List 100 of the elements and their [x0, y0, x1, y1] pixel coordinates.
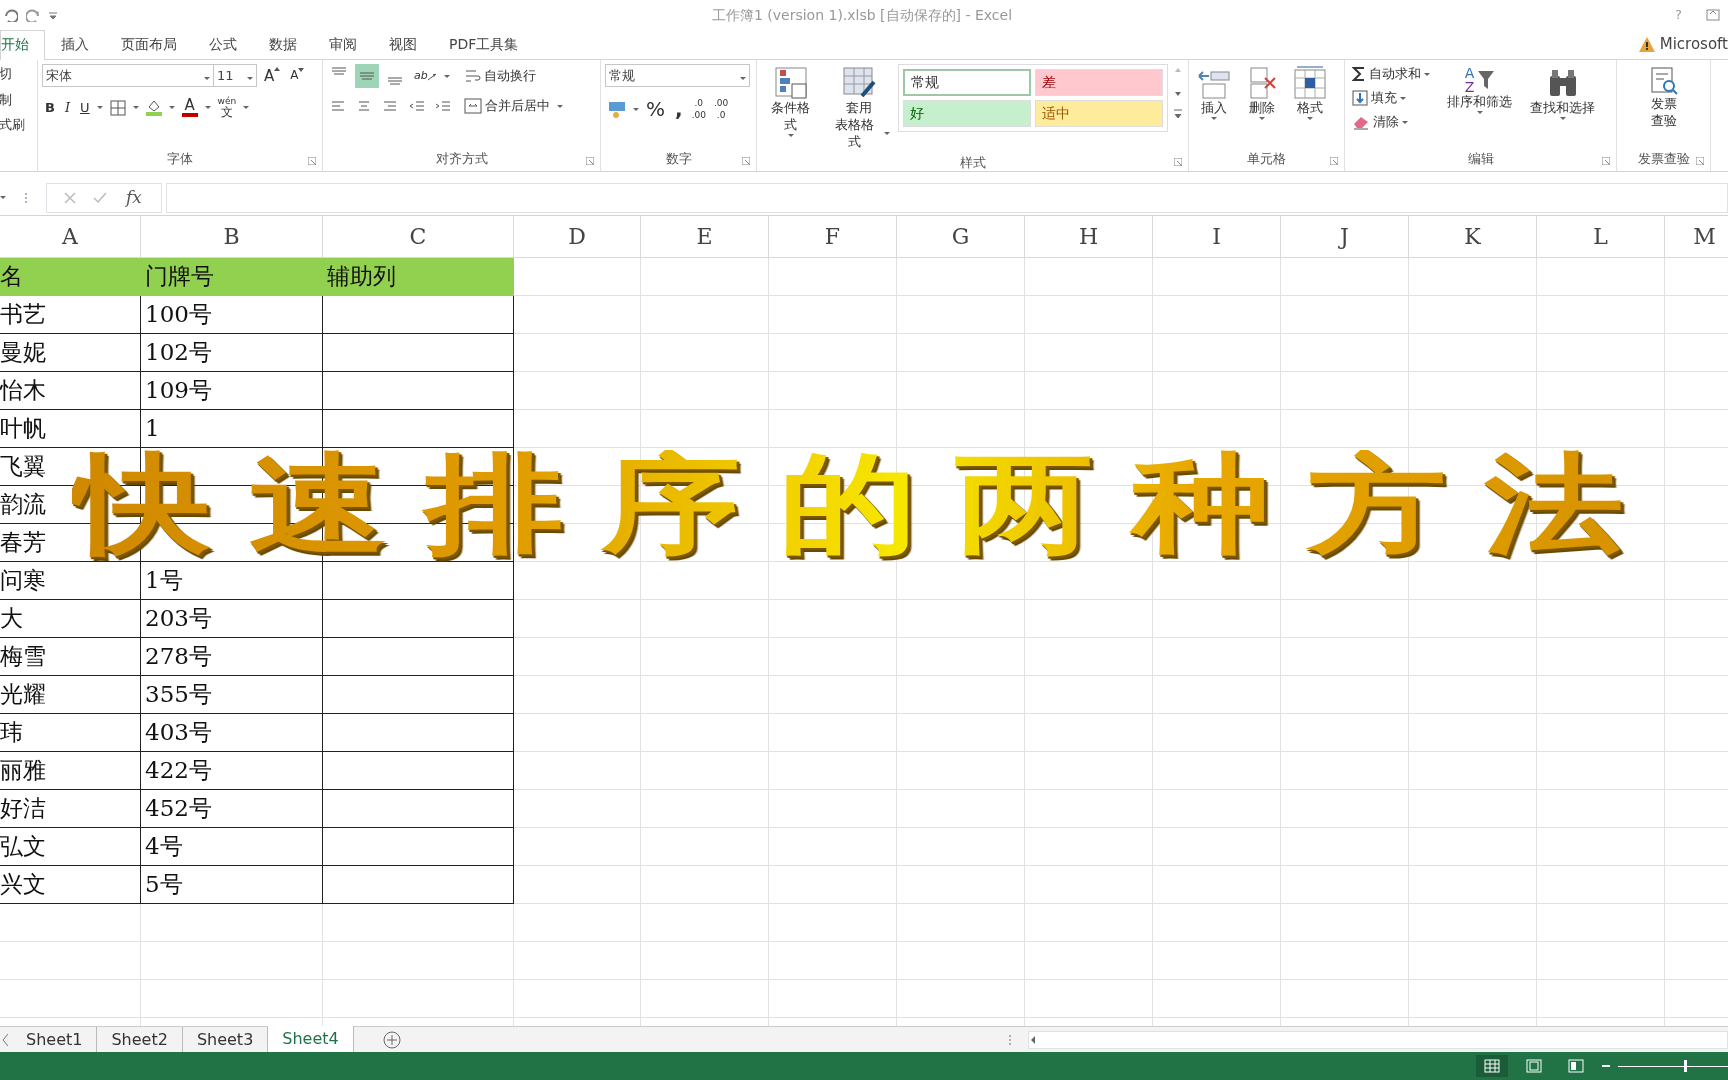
caret-icon[interactable] [204, 76, 210, 80]
orientation-button[interactable]: ab [411, 67, 440, 85]
ribbon-tab[interactable]: 公式 [193, 30, 253, 60]
insert-function-button[interactable]: fx [123, 185, 145, 210]
ribbon-tab[interactable]: 数据 [253, 30, 313, 60]
ribbon-tab[interactable]: 审阅 [313, 30, 373, 60]
caret-icon[interactable] [1424, 72, 1430, 76]
up-caret-icon[interactable] [274, 66, 281, 71]
underline-button[interactable]: U [77, 97, 93, 118]
shrink-font-button[interactable]: A [287, 66, 308, 85]
font-size-field[interactable]: 11 [213, 64, 257, 87]
cell-style-button[interactable]: 差 [1035, 69, 1163, 96]
ribbon-tab[interactable]: 插入 [45, 30, 105, 60]
formula-input[interactable] [165, 182, 1728, 213]
page-layout-icon[interactable] [1526, 1059, 1542, 1073]
cell-style-button[interactable]: 好 [903, 100, 1031, 127]
find-select-button[interactable]: 查找和选择 [1526, 64, 1599, 149]
grow-font-button[interactable]: A [261, 64, 284, 87]
caret-icon[interactable] [557, 104, 563, 108]
italic-button[interactable]: I [61, 97, 74, 118]
percent-button[interactable]: % [643, 95, 668, 123]
page-break-icon[interactable] [1568, 1059, 1584, 1073]
caret-icon[interactable] [204, 106, 211, 109]
launcher-icon[interactable] [742, 157, 750, 165]
caret-icon[interactable] [787, 133, 794, 137]
table-format-button[interactable]: 套用 表格格式 [824, 64, 894, 153]
caret-icon[interactable] [1402, 120, 1408, 124]
cell-style-button[interactable]: 适中 [1035, 100, 1163, 127]
column-header[interactable]: J [1281, 216, 1409, 258]
customize-icon[interactable] [48, 10, 58, 20]
caret-icon[interactable] [0, 196, 6, 199]
column-header[interactable]: K [1409, 216, 1537, 258]
launcher-icon[interactable] [1602, 157, 1610, 165]
currency-icon[interactable] [608, 100, 626, 118]
caret-icon[interactable] [633, 107, 639, 111]
zoom-thumb[interactable] [1684, 1060, 1687, 1072]
comma-button[interactable]: , [672, 95, 686, 123]
caret-icon[interactable] [884, 132, 890, 136]
column-header[interactable]: D [514, 216, 641, 258]
caret-icon[interactable] [1559, 116, 1566, 120]
caret-icon[interactable] [1400, 96, 1406, 100]
account-name[interactable]: Microsoft [1659, 32, 1728, 55]
launcher-icon[interactable] [586, 157, 594, 165]
number-format-field[interactable]: 常规 [605, 64, 750, 87]
fill-button[interactable]: 填充 [1349, 88, 1433, 108]
ribbon-tab[interactable]: 页面布局 [105, 30, 193, 60]
normal-view-icon[interactable] [1484, 1059, 1500, 1073]
sort-filter-button[interactable]: A Z 排序和筛选 [1443, 64, 1516, 149]
caret-icon[interactable] [96, 106, 103, 109]
column-header[interactable]: F [769, 216, 897, 258]
caret-icon[interactable] [740, 76, 746, 80]
redo-icon[interactable] [26, 8, 40, 22]
tab-scroll-icon[interactable] [2, 1032, 10, 1047]
launcher-icon[interactable] [1696, 157, 1704, 165]
ribbon-tab[interactable]: 开始 [0, 30, 45, 60]
font-color-button[interactable]: A [178, 96, 201, 119]
caret-icon[interactable] [247, 76, 253, 80]
cells-button[interactable]: 插入 [1193, 64, 1235, 149]
column-header[interactable]: L [1537, 216, 1665, 258]
add-sheet-icon[interactable] [381, 1029, 402, 1050]
ribbon-tab[interactable]: 视图 [373, 30, 433, 60]
column-header[interactable]: G [897, 216, 1025, 258]
launcher-icon[interactable] [1330, 157, 1338, 165]
column-header[interactable]: M [1665, 216, 1728, 258]
borders-icon[interactable] [109, 99, 126, 116]
undo-icon[interactable] [4, 8, 18, 22]
increase-decimal-button[interactable]: .0 .00 [689, 96, 708, 122]
sheet-tab[interactable]: Sheet4 [268, 1025, 354, 1054]
invoice-check-button[interactable]: 发票 查验 [1644, 64, 1683, 149]
column-header[interactable]: I [1153, 216, 1281, 258]
column-header[interactable]: H [1025, 216, 1153, 258]
wrap-text-button[interactable]: 自动换行 [461, 66, 539, 86]
cell-style-button[interactable]: 常规 [903, 69, 1031, 96]
conditional-format-button[interactable]: 条件格式 [761, 64, 821, 153]
ribbon-tab[interactable]: PDF工具集 [433, 30, 535, 60]
caret-icon[interactable] [132, 106, 139, 109]
caret-icon[interactable] [1476, 110, 1483, 114]
cells-button[interactable]: 格式 [1289, 64, 1331, 149]
caret-icon[interactable] [168, 106, 175, 109]
caret-icon[interactable] [1259, 116, 1265, 120]
bold-button[interactable]: B [42, 97, 58, 118]
merge-center-button[interactable]: 合并后居中 [461, 96, 553, 116]
caret-icon[interactable] [443, 74, 450, 78]
caret-icon[interactable] [1211, 116, 1217, 120]
zoom-out-icon[interactable] [1602, 1062, 1610, 1070]
clear-button[interactable]: 清除 [1349, 112, 1433, 132]
decrease-decimal-button[interactable]: .00 .0 [711, 96, 731, 122]
clipboard-button[interactable]: 式刷 [0, 115, 33, 135]
autosum-button[interactable]: 自动求和 [1349, 64, 1433, 84]
phonetic-button[interactable]: wén 文 [214, 95, 240, 120]
caret-icon[interactable] [1307, 116, 1313, 120]
column-header[interactable]: E [641, 216, 769, 258]
launcher-icon[interactable] [308, 157, 316, 165]
fill-color-icon[interactable] [145, 99, 162, 116]
cells-button[interactable]: 删除 [1241, 64, 1283, 149]
horizontal-scrollbar[interactable] [1028, 1030, 1728, 1049]
restore-icon[interactable] [1706, 9, 1720, 21]
down-caret-icon[interactable] [298, 68, 305, 73]
launcher-icon[interactable] [1174, 158, 1182, 167]
caret-icon[interactable] [243, 106, 250, 109]
